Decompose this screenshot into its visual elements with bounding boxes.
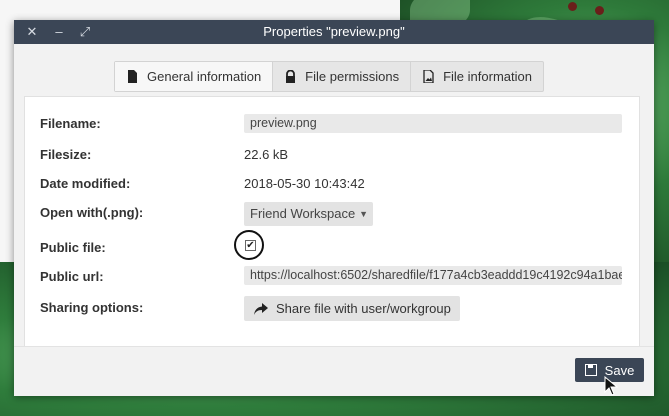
- share-file-button[interactable]: Share file with user/workgroup: [244, 296, 460, 321]
- floppy-disk-icon: [584, 364, 597, 376]
- window-titlebar[interactable]: ✕ – ⤢ Properties "preview.png": [14, 20, 654, 44]
- tab-label: File information: [443, 69, 532, 84]
- window-footer: [14, 346, 654, 396]
- share-arrow-icon: [254, 302, 268, 315]
- chevron-down-icon: ▼: [359, 209, 368, 219]
- date-modified-value: 2018-05-30 10:43:42: [244, 176, 365, 191]
- open-with-value: Friend Workspace: [250, 206, 356, 221]
- lock-icon: [284, 69, 297, 83]
- mouse-cursor-icon: [604, 376, 618, 396]
- image-file-icon: [422, 69, 435, 84]
- window-title: Properties "preview.png": [263, 24, 405, 39]
- date-modified-label: Date modified:: [40, 176, 131, 191]
- open-with-select[interactable]: Friend Workspace ▼: [244, 202, 373, 226]
- public-url-label: Public url:: [40, 269, 104, 284]
- tab-bar: General information File permissions Fil…: [114, 61, 544, 92]
- filesize-value: 22.6 kB: [244, 147, 289, 162]
- open-with-label: Open with(.png):: [40, 205, 144, 220]
- tab-file-information[interactable]: File information: [411, 62, 543, 91]
- public-file-label: Public file:: [40, 240, 106, 255]
- file-icon: [126, 70, 139, 83]
- public-file-highlight: ✔: [234, 230, 264, 260]
- public-url-field[interactable]: https://localhost:6502/sharedfile/f177a4…: [244, 266, 622, 285]
- tab-label: File permissions: [305, 69, 400, 84]
- share-button-label: Share file with user/workgroup: [276, 301, 451, 316]
- tab-file-permissions[interactable]: File permissions: [273, 62, 412, 91]
- tab-label: General information: [147, 69, 262, 84]
- public-file-checkbox[interactable]: ✔: [245, 240, 256, 251]
- properties-window: ✕ – ⤢ Properties "preview.png" General i…: [14, 20, 654, 396]
- filename-field[interactable]: preview.png: [244, 114, 622, 133]
- tab-general-information[interactable]: General information: [115, 62, 274, 91]
- filename-label: Filename:: [40, 116, 101, 131]
- filesize-label: Filesize:: [40, 147, 92, 162]
- general-information-panel: Filename: preview.png Filesize: 22.6 kB …: [24, 96, 640, 348]
- sharing-options-label: Sharing options:: [40, 300, 144, 315]
